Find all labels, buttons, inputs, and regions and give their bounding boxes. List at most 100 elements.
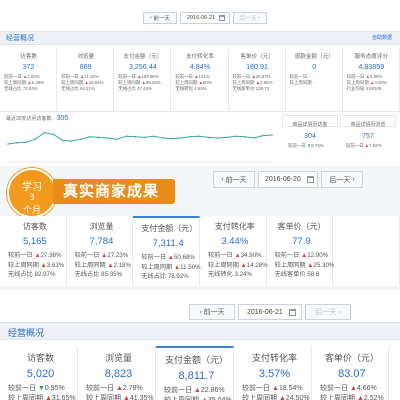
prev-day-button[interactable]: ‹ 前一天 (143, 12, 177, 24)
metric-cell[interactable] (389, 346, 400, 400)
compare-label: 较前一日 (61, 74, 79, 79)
metric-cell[interactable]: 访客数 5,165 较前一日 ▲27.98% 较上周同期 ▲3.63% 无线占比 82.… (0, 216, 67, 286)
data-point[interactable] (80, 138, 82, 140)
compare-value: 0.00% (369, 74, 383, 79)
compare-value: 11.26% (84, 74, 99, 79)
side-metric-views: 商品详情页浏览 757 较前一日 ▲7.52% (340, 115, 396, 165)
compare-label: 较上周同期 (86, 395, 121, 400)
date-value: 2016-06-21 (247, 308, 283, 316)
date-input[interactable]: 2016-06-20 (258, 171, 318, 188)
compare-label: 无线客单价 (274, 271, 306, 278)
compare-value: 47.44% (137, 86, 152, 92)
metric-cell[interactable]: 客单价（元） 77.9 较前一日 ▲12.90% 较上周同期 ▲25.30% 无线客单价… (267, 216, 334, 286)
metric-cell[interactable]: 客单价（元） 180.91 较前一日 ▲28.87% 较上周同期 ▲2.65% 无线客单… (229, 49, 286, 112)
data-point[interactable] (253, 137, 255, 139)
metric-cell[interactable]: 浏览量 8,823 较前一日 ▲2.78% 较上周同期 ▲41.35% (78, 346, 156, 400)
compare-value: 4.63% (194, 86, 207, 92)
data-point[interactable] (207, 136, 210, 139)
metric-value: 8,823 (104, 368, 133, 380)
metric-compare-row: 较上周同期 ▲3.63% (8, 261, 64, 271)
next-day-button[interactable]: 后一天 › (321, 171, 363, 188)
metric-cell[interactable]: 客单价（元） 83.07 较前一日 ▲4.66% 较上周同期 ▲2.52% (312, 346, 389, 400)
data-point[interactable] (25, 141, 28, 143)
compare-label: 较上周同期 (8, 261, 39, 269)
date-input[interactable]: 2016-06-21 (238, 304, 302, 320)
metric-cell[interactable]: 浏览量 7,784 较前一日 ▲27.23% 较上周同期 ▲2.18% 无线占比 85.… (67, 216, 134, 286)
prev-day-button[interactable]: ‹ 前一天 (213, 171, 255, 188)
data-point[interactable] (162, 137, 164, 139)
metric-cell[interactable]: 支付转化率 4.84% 较前一日 ▲121% 较上周同期 ▲60% 无线转化 4.63% (171, 49, 229, 112)
data-point[interactable] (262, 134, 264, 137)
arrow-up-icon: ▲ (44, 395, 52, 400)
metric-cell[interactable]: 支付转化率 3.57% 较前一日 ▲18.54% 较上周同期 ▲24.50% (234, 346, 312, 400)
metric-value: 77.9 (292, 236, 311, 247)
compare-value: 86.28% (145, 80, 161, 86)
metric-value: 83.07 (338, 368, 366, 380)
compare-value: 14.28% (246, 261, 268, 269)
badge-line-3: 个月 (22, 206, 41, 216)
prev-day-label: 前一天 (203, 309, 225, 316)
data-point[interactable] (16, 142, 18, 144)
data-point[interactable] (189, 136, 191, 138)
compare-value: 72.84% (22, 86, 38, 92)
data-point[interactable] (234, 135, 237, 137)
metric-compare-row: 无线占比 64.21% (61, 86, 110, 92)
data-point[interactable] (180, 137, 182, 139)
metric-compare-row: 较前一日 ▲27.23% (75, 251, 129, 261)
data-point[interactable] (43, 131, 46, 134)
data-point[interactable] (52, 133, 55, 136)
date-input[interactable]: 2016-06-21 (180, 12, 230, 24)
metric-compare-row: 较前一日 ▲50.68% (141, 253, 195, 263)
arrow-up-icon: ▲ (356, 395, 364, 400)
metric-cell[interactable]: 退款金额（元） 0 较前一日 - 较上周同期 - (286, 49, 343, 112)
metric-cell[interactable]: 服务态度评分 4.83859 较前一日 ▲0.00% 较上周同期 ▲0.00% 行业均值… (343, 49, 400, 112)
metric-label: 访客数 (22, 222, 47, 231)
data-point[interactable] (134, 136, 137, 138)
self-service-data-link[interactable]: 自助数据 (372, 34, 392, 41)
next-day-button[interactable]: 后一天 › (233, 12, 267, 24)
calendar-icon (306, 176, 314, 183)
data-point[interactable] (98, 136, 100, 139)
data-point[interactable] (243, 136, 246, 138)
metric-label: 退款金额（元） (294, 54, 334, 60)
data-point[interactable] (116, 138, 118, 140)
metric-cell[interactable]: 支付金额（元） 7,311.4 较前一日 ▲50.68% 较上周同期 ▲11.50% 无… (133, 216, 201, 286)
compare-value: 2.18% (113, 261, 131, 269)
data-point[interactable] (89, 136, 91, 138)
metric-cell[interactable]: 支付金额（元）8,811.7较前一日 ▲22.86%较上周同期 ▲35.04% (156, 346, 234, 400)
metric-cell[interactable]: 支付转化率 3.44% 较前一日 ▲34.90% 较上周同期 ▲14.28% 无线转化 … (200, 216, 268, 286)
metric-value: 869 (79, 62, 92, 71)
compare-value: 64.21% (79, 86, 95, 92)
metric-compare-row: 较上周同期 ▲31.65% (8, 394, 76, 400)
data-point[interactable] (34, 138, 37, 140)
data-point[interactable] (152, 135, 155, 137)
data-point[interactable] (7, 143, 9, 145)
data-point[interactable] (225, 136, 228, 139)
data-point[interactable] (107, 137, 109, 139)
data-point[interactable] (61, 139, 64, 142)
metric-cell[interactable]: 支付金额（元） 3,256.44 较前一日 ▲189.96% 较上周同期 ▲86.28… (114, 49, 172, 112)
next-day-button[interactable]: 后一天 › (305, 304, 351, 320)
compare-value: 85.35% (101, 271, 123, 278)
metric-row-top: 访客数 372 较前一日 ▲1.63% 较上周同期 ▲6.38% 无线占比 72.84%… (0, 49, 400, 112)
data-point[interactable] (143, 136, 146, 139)
metric-value: 4.83859 (358, 62, 385, 71)
section-title: 经营概况 (8, 328, 45, 338)
compare-value: 7.52% (369, 143, 382, 148)
compare-value: 9.74% (311, 143, 324, 148)
metric-label: 支付金额（元） (141, 224, 198, 233)
data-point[interactable] (216, 137, 219, 139)
data-point[interactable] (70, 140, 73, 142)
metric-cell[interactable]: 浏览量 869 较前一日 ▲11.26% 较上周同期 ▲16.84% 无线占比 64.2… (57, 49, 115, 112)
data-point[interactable] (125, 135, 128, 137)
trend-chart-svg (7, 131, 273, 163)
metric-cell[interactable]: 访客数 5,020 较前一日 ▼0.95% 较上周同期 ▲31.65% (0, 346, 78, 400)
prev-day-button[interactable]: ‹ 前一天 (189, 304, 235, 320)
data-point[interactable] (171, 137, 173, 140)
metric-cell[interactable] (333, 216, 400, 286)
compare-label: 较上周同期 (118, 80, 141, 86)
metric-cell[interactable]: 访客数 372 较前一日 ▲1.63% 较上周同期 ▲6.38% 无线占比 72.84% (0, 49, 58, 112)
compare-label: 较前一日 (86, 385, 114, 392)
data-point[interactable] (271, 134, 273, 136)
data-point[interactable] (198, 135, 200, 137)
